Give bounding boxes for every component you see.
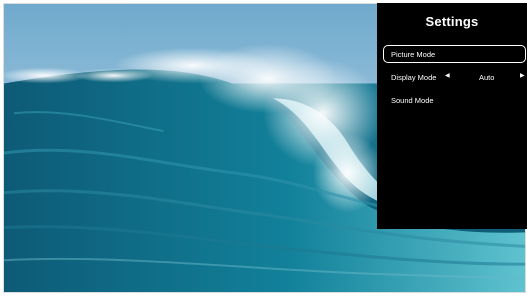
arrow-right-icon[interactable]: ▶ — [520, 72, 525, 81]
settings-panel: Settings Picture Mode Display Mode ◀ Aut… — [377, 3, 527, 229]
display-mode-value: Auto — [479, 73, 495, 82]
menu-item-display-mode[interactable]: Display Mode ◀ Auto ▶ — [383, 68, 526, 86]
menu-item-picture-mode[interactable]: Picture Mode — [383, 45, 526, 63]
settings-title: Settings — [425, 14, 479, 29]
sound-mode-label: Sound Mode — [391, 96, 434, 105]
picture-mode-label: Picture Mode — [391, 50, 436, 59]
menu-item-sound-mode[interactable]: Sound Mode — [383, 91, 526, 109]
arrow-left-icon[interactable]: ◀ — [445, 72, 450, 81]
display-mode-label: Display Mode — [391, 73, 437, 82]
